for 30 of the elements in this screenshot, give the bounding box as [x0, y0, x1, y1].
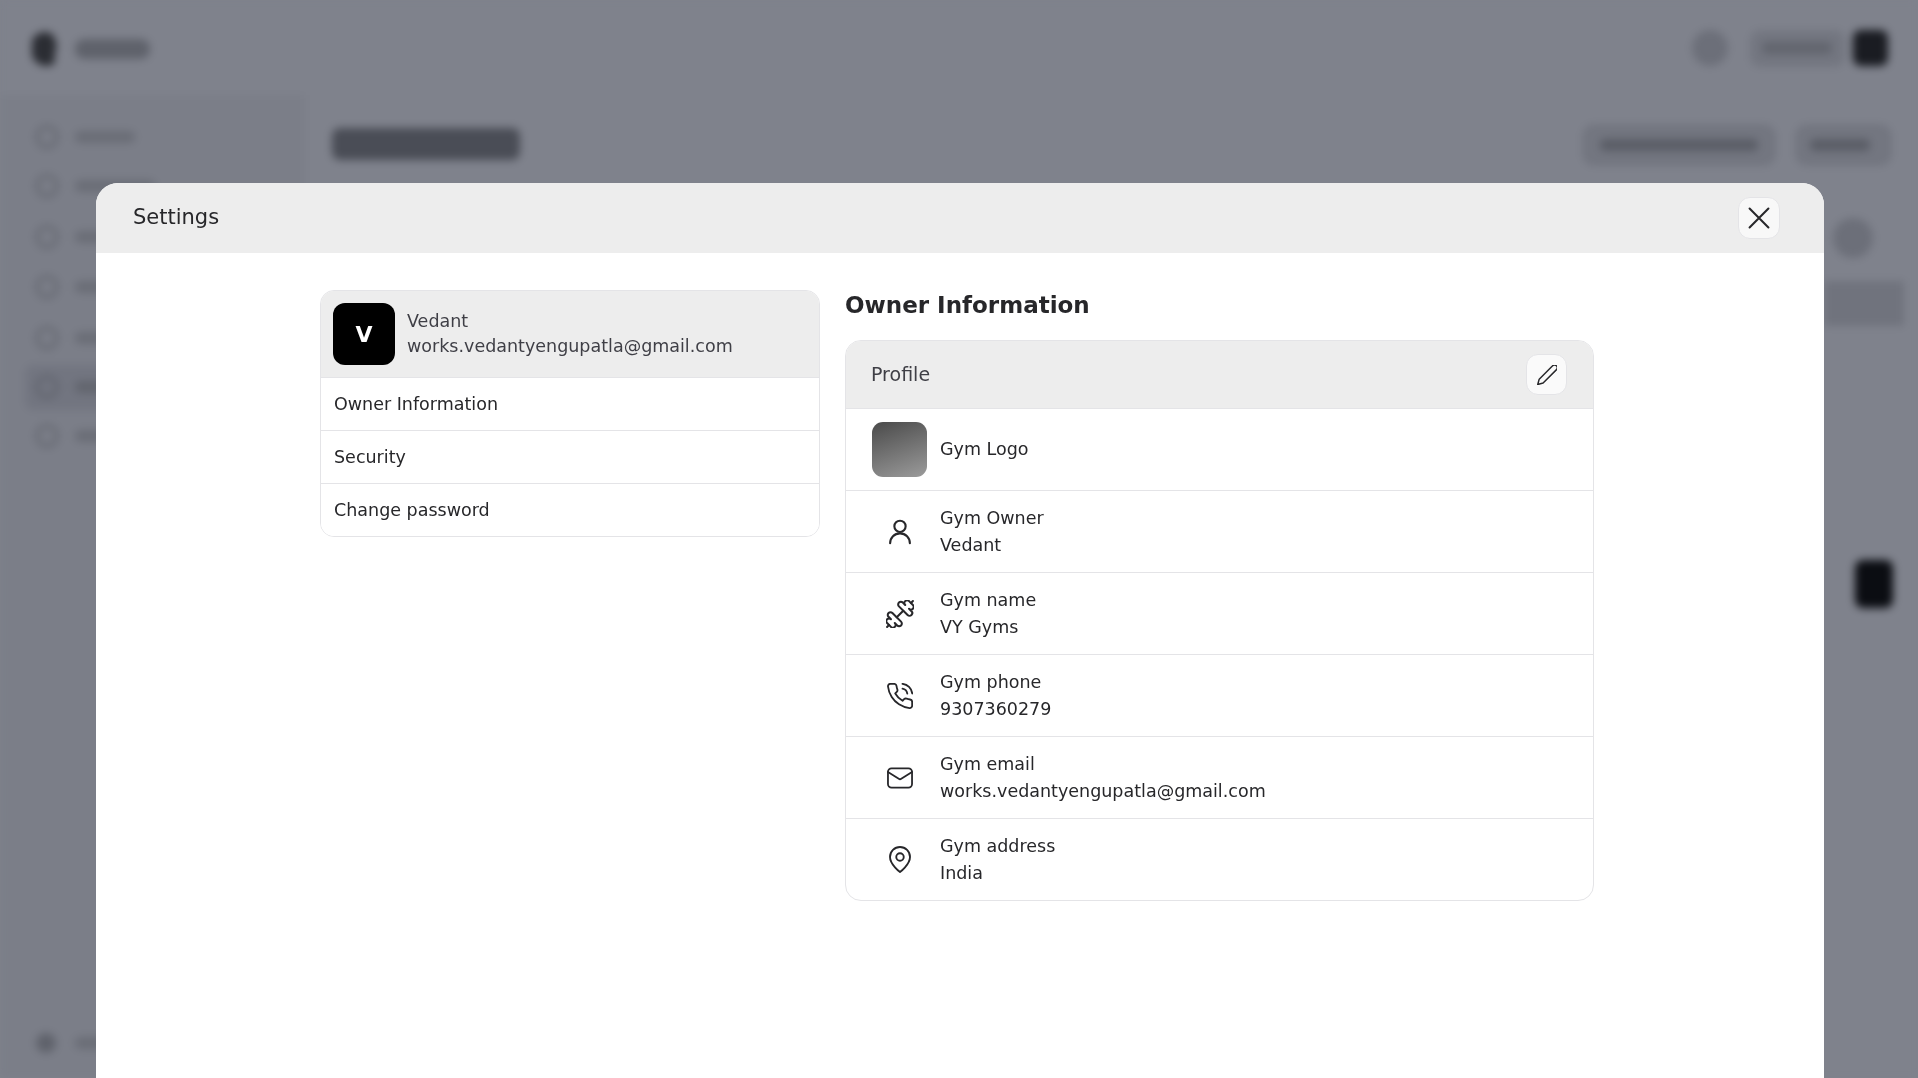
account-email: works.vedantyengupatla@gmail.com: [407, 335, 733, 358]
field-value: 9307360279: [940, 697, 1052, 721]
section-title: Owner Information: [845, 291, 1091, 320]
menu-item[interactable]: Change password: [321, 483, 819, 536]
close-icon: [1748, 207, 1770, 229]
close-button[interactable]: [1738, 197, 1780, 239]
profile-card-title: Profile: [871, 362, 931, 388]
logo-icon: [32, 32, 57, 66]
field-label: Gym address: [940, 834, 1056, 858]
field-label: Gym Owner: [940, 506, 1044, 530]
avatar: V: [333, 303, 395, 365]
account-name: Vedant: [407, 310, 470, 333]
field-label: Gym email: [940, 752, 1036, 776]
field-label: Gym Logo: [940, 438, 1029, 461]
field-label: Gym name: [940, 588, 1037, 612]
map-pin-icon: [888, 846, 911, 873]
pencil-icon: [1536, 364, 1557, 385]
dialog-title: Settings: [133, 205, 220, 231]
field-value: India: [940, 861, 984, 885]
field-label: Gym phone: [940, 670, 1043, 694]
person-icon: [888, 517, 911, 546]
field-value: VY Gyms: [940, 615, 1020, 639]
field-value: Vedant: [940, 533, 1003, 557]
dumbbell-icon: [885, 599, 914, 628]
phone-icon: [886, 682, 913, 709]
edit-button[interactable]: [1526, 354, 1567, 395]
photo-placeholder: [872, 422, 927, 477]
field-value: works.vedantyengupatla@gmail.com: [940, 779, 1266, 803]
blurred-avatar: [1853, 30, 1888, 66]
envelope-icon: [886, 766, 913, 789]
